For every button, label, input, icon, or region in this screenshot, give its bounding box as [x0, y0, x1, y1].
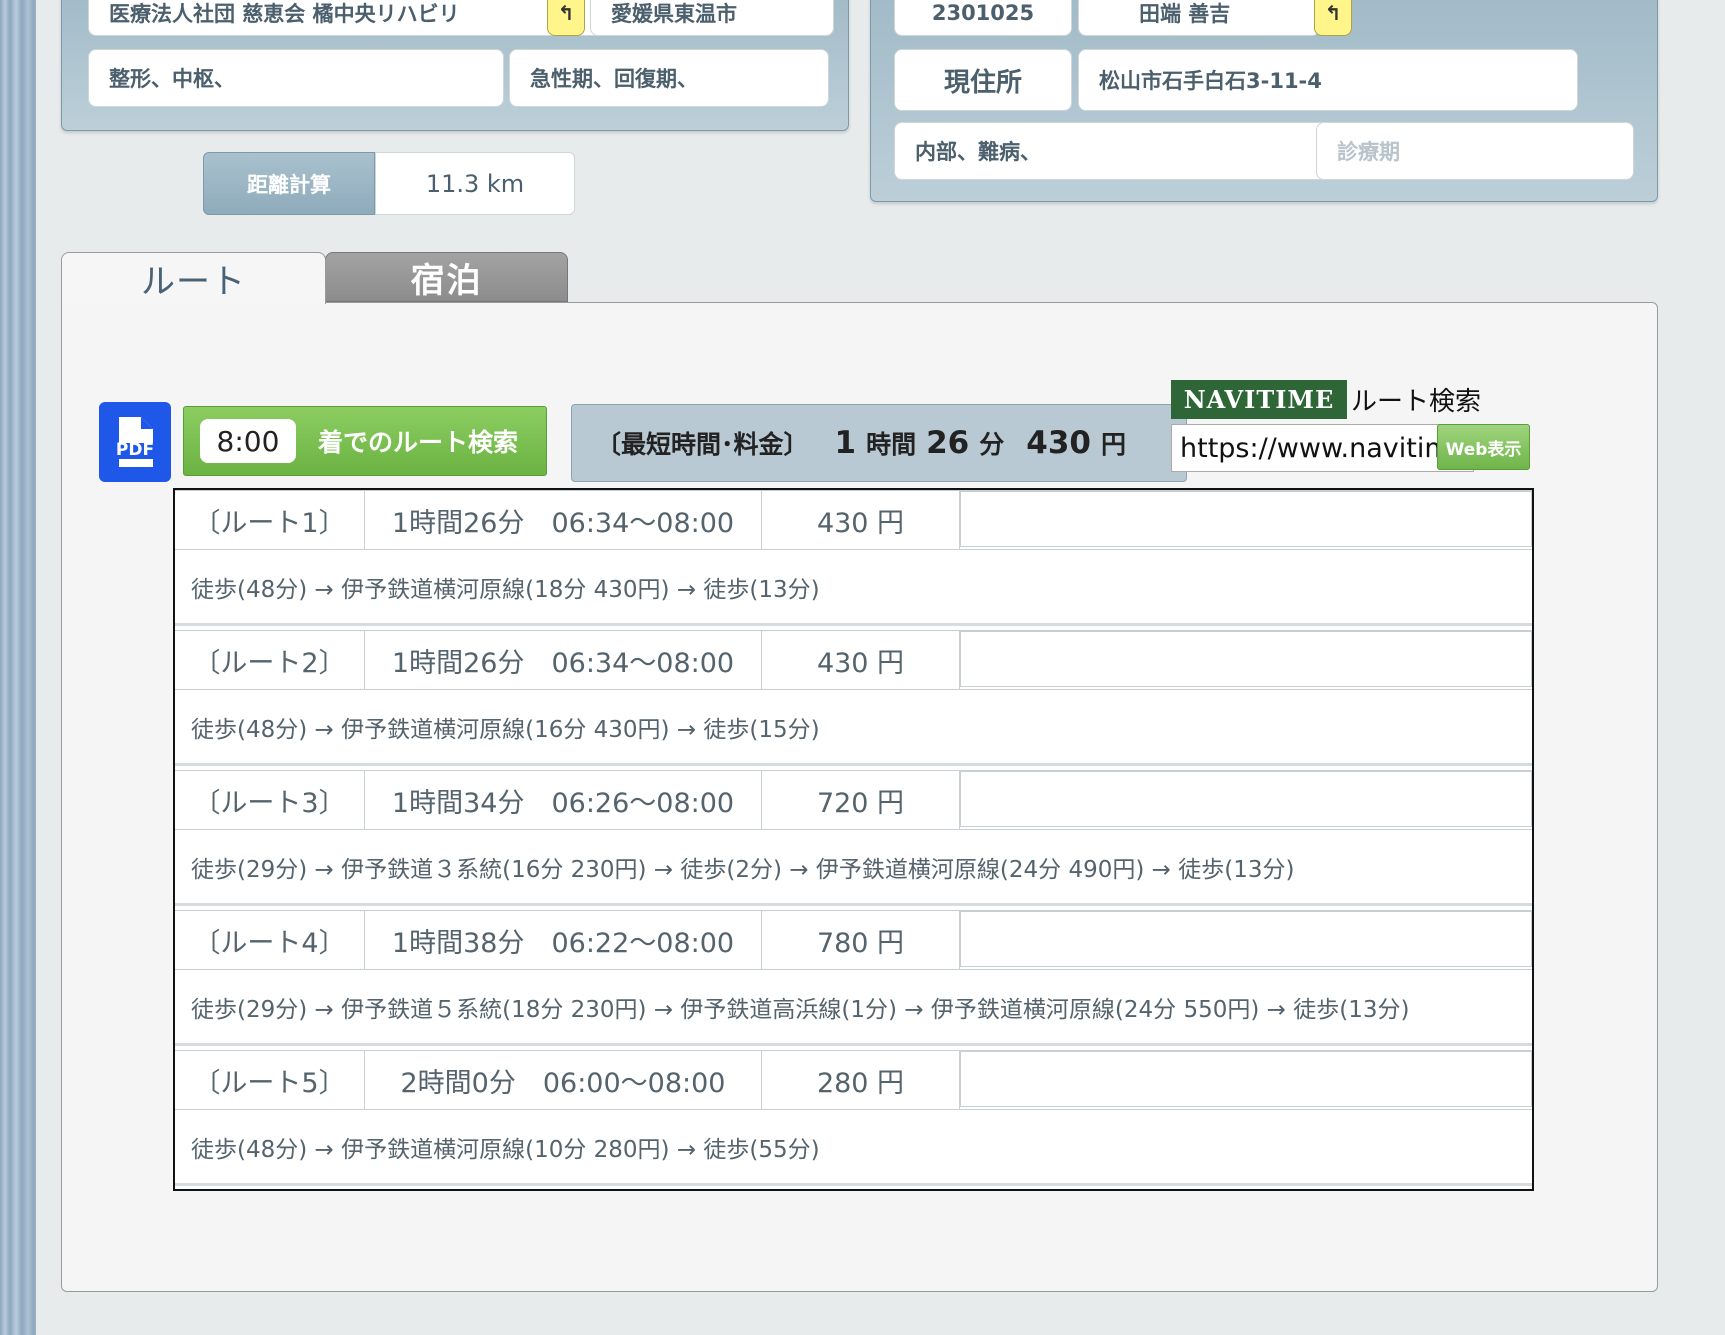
route-name: 〔ルート2〕	[175, 631, 365, 689]
route-row-header: 〔ルート2〕 1時間26分 06:34〜08:00 430 円	[175, 630, 1532, 690]
address-label-text: 現住所	[943, 67, 1022, 98]
tab-lodging-label: 宿泊	[410, 260, 483, 301]
route-table: 〔ルート1〕 1時間26分 06:34〜08:00 430 円徒歩(48分) → 伊…	[173, 488, 1534, 1191]
route-name: 〔ルート5〕	[175, 1051, 365, 1109]
route-price: 720 円	[762, 771, 960, 829]
summary-price: 430	[1026, 425, 1091, 461]
navitime-logo: NAVITIME	[1171, 380, 1347, 419]
route-price: 780 円	[762, 911, 960, 969]
tab-lodging[interactable]: 宿泊	[325, 252, 568, 302]
route-detail: 徒歩(29分) → 伊予鉄道５系統(18分 230円) → 伊予鉄道高浜線(1分…	[175, 970, 1532, 1046]
shortest-summary: 〔最短時間･料金〕 1 時間 26 分 430 円	[571, 404, 1187, 482]
route-blank-cell	[960, 771, 1532, 827]
hospital-name-field[interactable]: 医療法人社団 慈恵会 橘中央リハビリ	[88, 0, 623, 36]
hospital-select-button[interactable]: ↰	[547, 0, 585, 36]
tab-route-label: ルート	[141, 262, 246, 302]
patient-name-text: 田端 善吉	[1139, 2, 1231, 26]
route-blank-cell	[960, 631, 1532, 687]
route-detail: 徒歩(48分) → 伊予鉄道横河原線(16分 430円) → 徒歩(15分)	[175, 690, 1532, 766]
address-field[interactable]: 松山市石手白石3-11-4	[1078, 49, 1578, 111]
hospital-city-text: 愛媛県東温市	[611, 2, 737, 26]
patient-departments-field[interactable]: 内部、難病、	[894, 122, 1348, 180]
summary-price-unit: 円	[1100, 430, 1126, 459]
web-view-button[interactable]: Web表示	[1437, 424, 1530, 470]
summary-hours-unit: 時間	[866, 430, 917, 459]
navitime-title: ルート検索	[1351, 380, 1481, 419]
route-time: 2時間0分 06:00〜08:00	[365, 1051, 762, 1109]
arrival-route-search-button[interactable]: 8:00 着でのルート検索	[183, 406, 547, 476]
distance-value: 11.3 km	[375, 152, 575, 215]
pdf-icon[interactable]: PDF	[99, 402, 171, 482]
summary-minutes-unit: 分	[979, 430, 1005, 459]
patient-name-field[interactable]: 田端 善吉	[1078, 0, 1320, 36]
route-detail: 徒歩(48分) → 伊予鉄道横河原線(10分 280円) → 徒歩(55分)	[175, 1110, 1532, 1186]
route-blank-cell	[960, 911, 1532, 967]
patient-select-button[interactable]: ↰	[1314, 0, 1352, 36]
patient-phase-placeholder: 診療期	[1337, 140, 1400, 164]
route-row-header: 〔ルート5〕 2時間0分 06:00〜08:00 280 円	[175, 1050, 1532, 1110]
summary-label: 〔最短時間･料金〕	[596, 430, 809, 459]
arrival-time-text: 8:00	[216, 424, 280, 458]
summary-minutes: 26	[926, 425, 970, 461]
navitime-url-field[interactable]: https://www.navitime.co.jp/	[1171, 424, 1474, 472]
hospital-departments-text: 整形、中枢、	[109, 67, 235, 91]
route-time: 1時間38分 06:22〜08:00	[365, 911, 762, 969]
route-name: 〔ルート3〕	[175, 771, 365, 829]
route-price: 430 円	[762, 491, 960, 549]
arrow-icon: ↰	[557, 1, 575, 25]
distance-calc-label: 距離計算	[247, 172, 331, 197]
distance-calc-button[interactable]: 距離計算	[203, 152, 375, 215]
distance-value-text: 11.3 km	[425, 169, 525, 198]
summary-hours: 1	[834, 425, 857, 461]
hospital-phases-field[interactable]: 急性期、回復期、	[509, 49, 829, 107]
route-time: 1時間26分 06:34〜08:00	[365, 491, 762, 549]
web-view-label: Web表示	[1445, 439, 1522, 460]
route-name: 〔ルート4〕	[175, 911, 365, 969]
route-time: 1時間26分 06:34〜08:00	[365, 631, 762, 689]
route-detail: 徒歩(48分) → 伊予鉄道横河原線(18分 430円) → 徒歩(13分)	[175, 550, 1532, 626]
navitime-title-text: ルート検索	[1351, 387, 1482, 417]
pdf-label: PDF	[115, 440, 155, 460]
navitime-url-text: https://www.navitime.co.jp/	[1180, 432, 1473, 464]
address-text: 松山市石手白石3-11-4	[1099, 69, 1322, 93]
patient-id-field[interactable]: 2301025	[894, 0, 1072, 36]
address-label: 現住所	[894, 49, 1072, 111]
route-row-header: 〔ルート1〕 1時間26分 06:34〜08:00 430 円	[175, 490, 1532, 550]
route-blank-cell	[960, 491, 1532, 547]
route-detail: 徒歩(29分) → 伊予鉄道３系統(16分 230円) → 徒歩(2分) → 伊…	[175, 830, 1532, 906]
route-row-header: 〔ルート3〕 1時間34分 06:26〜08:00 720 円	[175, 770, 1532, 830]
patient-id-text: 2301025	[931, 1, 1035, 25]
route-time: 1時間34分 06:26〜08:00	[365, 771, 762, 829]
arrow-icon: ↰	[1324, 1, 1342, 25]
hospital-city-field[interactable]: 愛媛県東温市	[590, 0, 834, 36]
page: 医療法人社団 慈恵会 橘中央リハビリ ↰ 愛媛県東温市 整形、中枢、 急性期、回…	[36, 0, 1725, 1335]
hospital-departments-field[interactable]: 整形、中枢、	[88, 49, 504, 107]
tab-route[interactable]: ルート	[61, 252, 326, 304]
arrival-time-input[interactable]: 8:00	[200, 419, 296, 463]
route-row-header: 〔ルート4〕 1時間38分 06:22〜08:00 780 円	[175, 910, 1532, 970]
patient-phase-field[interactable]: 診療期	[1316, 122, 1634, 180]
patient-departments-text: 内部、難病、	[915, 140, 1041, 164]
route-blank-cell	[960, 1051, 1532, 1107]
route-price: 280 円	[762, 1051, 960, 1109]
navitime-logo-text: NAVITIME	[1183, 385, 1335, 414]
hospital-name-text: 医療法人社団 慈恵会 橘中央リハビリ	[109, 2, 460, 26]
arrival-search-label: 着でのルート検索	[318, 428, 519, 457]
route-price: 430 円	[762, 631, 960, 689]
route-name: 〔ルート1〕	[175, 491, 365, 549]
hospital-phases-text: 急性期、回復期、	[530, 67, 698, 91]
